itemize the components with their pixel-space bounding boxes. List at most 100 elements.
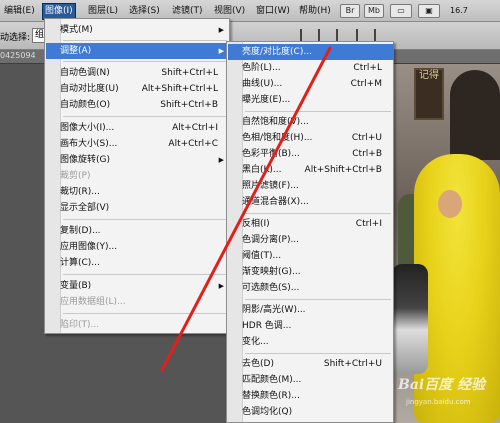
image-menu-dropdown: 模式(M) ▶ 调整(A) ▶ 自动色调(N) Shift+Ctrl+L 自动对… <box>44 18 230 334</box>
photo-sign-text: 记得 <box>419 70 439 81</box>
menu-item-shortcut: Ctrl+I <box>355 219 382 229</box>
menu-separator <box>63 219 227 220</box>
menu-item-label: 复制(D)... <box>60 226 101 236</box>
menu-item-auto-contrast[interactable]: 自动对比度(U) Alt+Shift+Ctrl+L <box>46 81 230 97</box>
menu-item-equalize[interactable]: 色调均化(Q) <box>228 404 394 420</box>
menu-item-color-balance[interactable]: 色彩平衡(B)... Ctrl+B <box>228 146 394 162</box>
canvas-photo: 记得 Bai百度 经验 jingyan.baidu.com <box>392 64 500 423</box>
menu-layer[interactable]: 图层(L) <box>86 4 120 19</box>
menu-item-channel-mixer[interactable]: 通道混合器(X)... <box>228 194 394 210</box>
menu-item-label: 阴影/高光(W)... <box>242 305 306 315</box>
menu-item-gradient-map[interactable]: 渐变映射(G)... <box>228 264 394 280</box>
menu-item-exposure[interactable]: 曝光度(E)... <box>228 92 394 108</box>
menu-item-apply-image[interactable]: 应用图像(Y)... <box>46 239 230 255</box>
menu-item-label: 自动颜色(O) <box>60 100 111 110</box>
zoom-level[interactable]: 16.7 <box>450 4 468 18</box>
menu-item-threshold[interactable]: 阈值(T)... <box>228 248 394 264</box>
menu-separator <box>245 353 391 354</box>
menu-item-posterize[interactable]: 色调分离(P)... <box>228 232 394 248</box>
submenu-arrow-icon: ▶ <box>218 26 224 34</box>
menu-select[interactable]: 选择(S) <box>127 4 162 19</box>
menu-item-trap[interactable]: 陷印(T)... <box>46 317 230 333</box>
menu-item-label: 曝光度(E)... <box>242 95 291 105</box>
menu-item-duplicate[interactable]: 复制(D)... <box>46 223 230 239</box>
menu-item-label: 图像旋转(G) <box>60 155 110 165</box>
menu-item-label: 亮度/对比度(C)... <box>242 47 312 57</box>
menu-filter[interactable]: 滤镜(T) <box>170 4 205 19</box>
menu-item-label: 应用图像(Y)... <box>60 242 118 252</box>
menu-item-label: 通道混合器(X)... <box>242 197 309 207</box>
auto-select-label: 动选择: <box>0 33 31 43</box>
menu-item-invert[interactable]: 反相(I) Ctrl+I <box>228 216 394 232</box>
menu-item-apply-data-set[interactable]: 应用数据组(L)... <box>46 294 230 310</box>
menu-item-vibrance[interactable]: 自然饱和度(V)... <box>228 114 394 130</box>
bridge-button[interactable]: Br <box>340 4 360 18</box>
menu-item-shadows-highlights[interactable]: 阴影/高光(W)... <box>228 302 394 318</box>
menu-image[interactable]: 图像(I) <box>42 3 76 20</box>
screen-mode-icon[interactable]: ▣ <box>418 4 440 18</box>
arrange-documents-icon[interactable]: ▭ <box>390 4 412 18</box>
photo-dog <box>392 264 428 374</box>
menu-separator <box>245 299 391 300</box>
menu-item-label: 应用数据组(L)... <box>60 297 126 307</box>
menu-item-shortcut: Alt+Ctrl+C <box>168 139 218 149</box>
menu-item-canvas-size[interactable]: 画布大小(S)... Alt+Ctrl+C <box>46 136 230 152</box>
mini-bridge-button[interactable]: Mb <box>364 4 384 18</box>
menu-item-photo-filter[interactable]: 照片滤镜(F)... <box>228 178 394 194</box>
menu-view[interactable]: 视图(V) <box>212 4 247 19</box>
menu-separator <box>63 274 227 275</box>
menu-item-reveal-all[interactable]: 显示全部(V) <box>46 200 230 216</box>
menu-item-shortcut: Alt+Shift+Ctrl+L <box>141 84 218 94</box>
menu-item-trim[interactable]: 裁切(R)... <box>46 184 230 200</box>
menu-item-image-size[interactable]: 图像大小(I)... Alt+Ctrl+I <box>46 120 230 136</box>
menu-item-label: 计算(C)... <box>60 258 100 268</box>
menu-item-shortcut: Shift+Ctrl+U <box>323 359 382 369</box>
menu-item-match-color[interactable]: 匹配颜色(M)... <box>228 372 394 388</box>
menu-item-hue-saturation[interactable]: 色相/饱和度(H)... Ctrl+U <box>228 130 394 146</box>
menu-item-auto-tone[interactable]: 自动色调(N) Shift+Ctrl+L <box>46 65 230 81</box>
menu-item-label: 图像大小(I)... <box>60 123 115 133</box>
menu-separator <box>63 61 227 62</box>
menu-item-black-white[interactable]: 黑白(K)... Alt+Shift+Ctrl+B <box>228 162 394 178</box>
menu-item-brightness-contrast[interactable]: 亮度/对比度(C)... <box>228 44 394 60</box>
menu-item-label: 黑白(K)... <box>242 165 282 175</box>
menu-item-calculations[interactable]: 计算(C)... <box>46 255 230 271</box>
menu-help[interactable]: 帮助(H) <box>297 4 333 19</box>
menu-item-shortcut: Shift+Ctrl+L <box>161 68 218 78</box>
menu-item-label: 匹配颜色(M)... <box>242 375 302 385</box>
document-tab-title: 0425094 <box>0 51 36 60</box>
menu-edit[interactable]: 编辑(E) <box>2 4 37 19</box>
menu-item-mode[interactable]: 模式(M) ▶ <box>46 22 230 38</box>
menu-separator <box>63 313 227 314</box>
watermark-url: jingyan.baidu.com <box>406 398 471 406</box>
menu-item-selective-color[interactable]: 可选颜色(S)... <box>228 280 394 296</box>
menu-item-shortcut: Alt+Ctrl+I <box>172 123 218 133</box>
menu-separator <box>63 116 227 117</box>
menu-item-label: 去色(D) <box>242 359 274 369</box>
photo-sign: 记得 <box>414 68 444 120</box>
menu-item-label: 显示全部(V) <box>60 203 110 213</box>
menu-window[interactable]: 窗口(W) <box>254 4 292 19</box>
menu-item-label: 模式(M) <box>60 25 93 35</box>
menu-item-variables[interactable]: 变量(B) ▶ <box>46 278 230 294</box>
menu-item-auto-color[interactable]: 自动颜色(O) Shift+Ctrl+B <box>46 97 230 113</box>
menu-item-image-rotation[interactable]: 图像旋转(G) ▶ <box>46 152 230 168</box>
menu-item-label: 渐变映射(G)... <box>242 267 301 277</box>
submenu-arrow-icon: ▶ <box>218 156 224 164</box>
menu-item-label: 画布大小(S)... <box>60 139 118 149</box>
watermark-logo: Bai百度 经验 <box>398 377 486 393</box>
menu-item-shortcut: Ctrl+B <box>352 149 382 159</box>
menu-item-hdr-toning[interactable]: HDR 色调... <box>228 318 394 334</box>
menu-item-levels[interactable]: 色阶(L)... Ctrl+L <box>228 60 394 76</box>
menu-item-replace-color[interactable]: 替换颜色(R)... <box>228 388 394 404</box>
menu-item-curves[interactable]: 曲线(U)... Ctrl+M <box>228 76 394 92</box>
menu-item-label: 裁切(R)... <box>60 187 100 197</box>
adjustments-submenu: 亮度/对比度(C)... 色阶(L)... Ctrl+L 曲线(U)... Ct… <box>226 41 394 423</box>
menu-item-adjustments[interactable]: 调整(A) ▶ <box>46 43 230 59</box>
menu-item-label: 裁剪(P) <box>60 171 91 181</box>
menu-item-crop[interactable]: 裁剪(P) <box>46 168 230 184</box>
menu-item-desaturate[interactable]: 去色(D) Shift+Ctrl+U <box>228 356 394 372</box>
menu-item-variations[interactable]: 变化... <box>228 334 394 350</box>
menu-item-label: 色阶(L)... <box>242 63 281 73</box>
photo-archway <box>450 70 500 160</box>
